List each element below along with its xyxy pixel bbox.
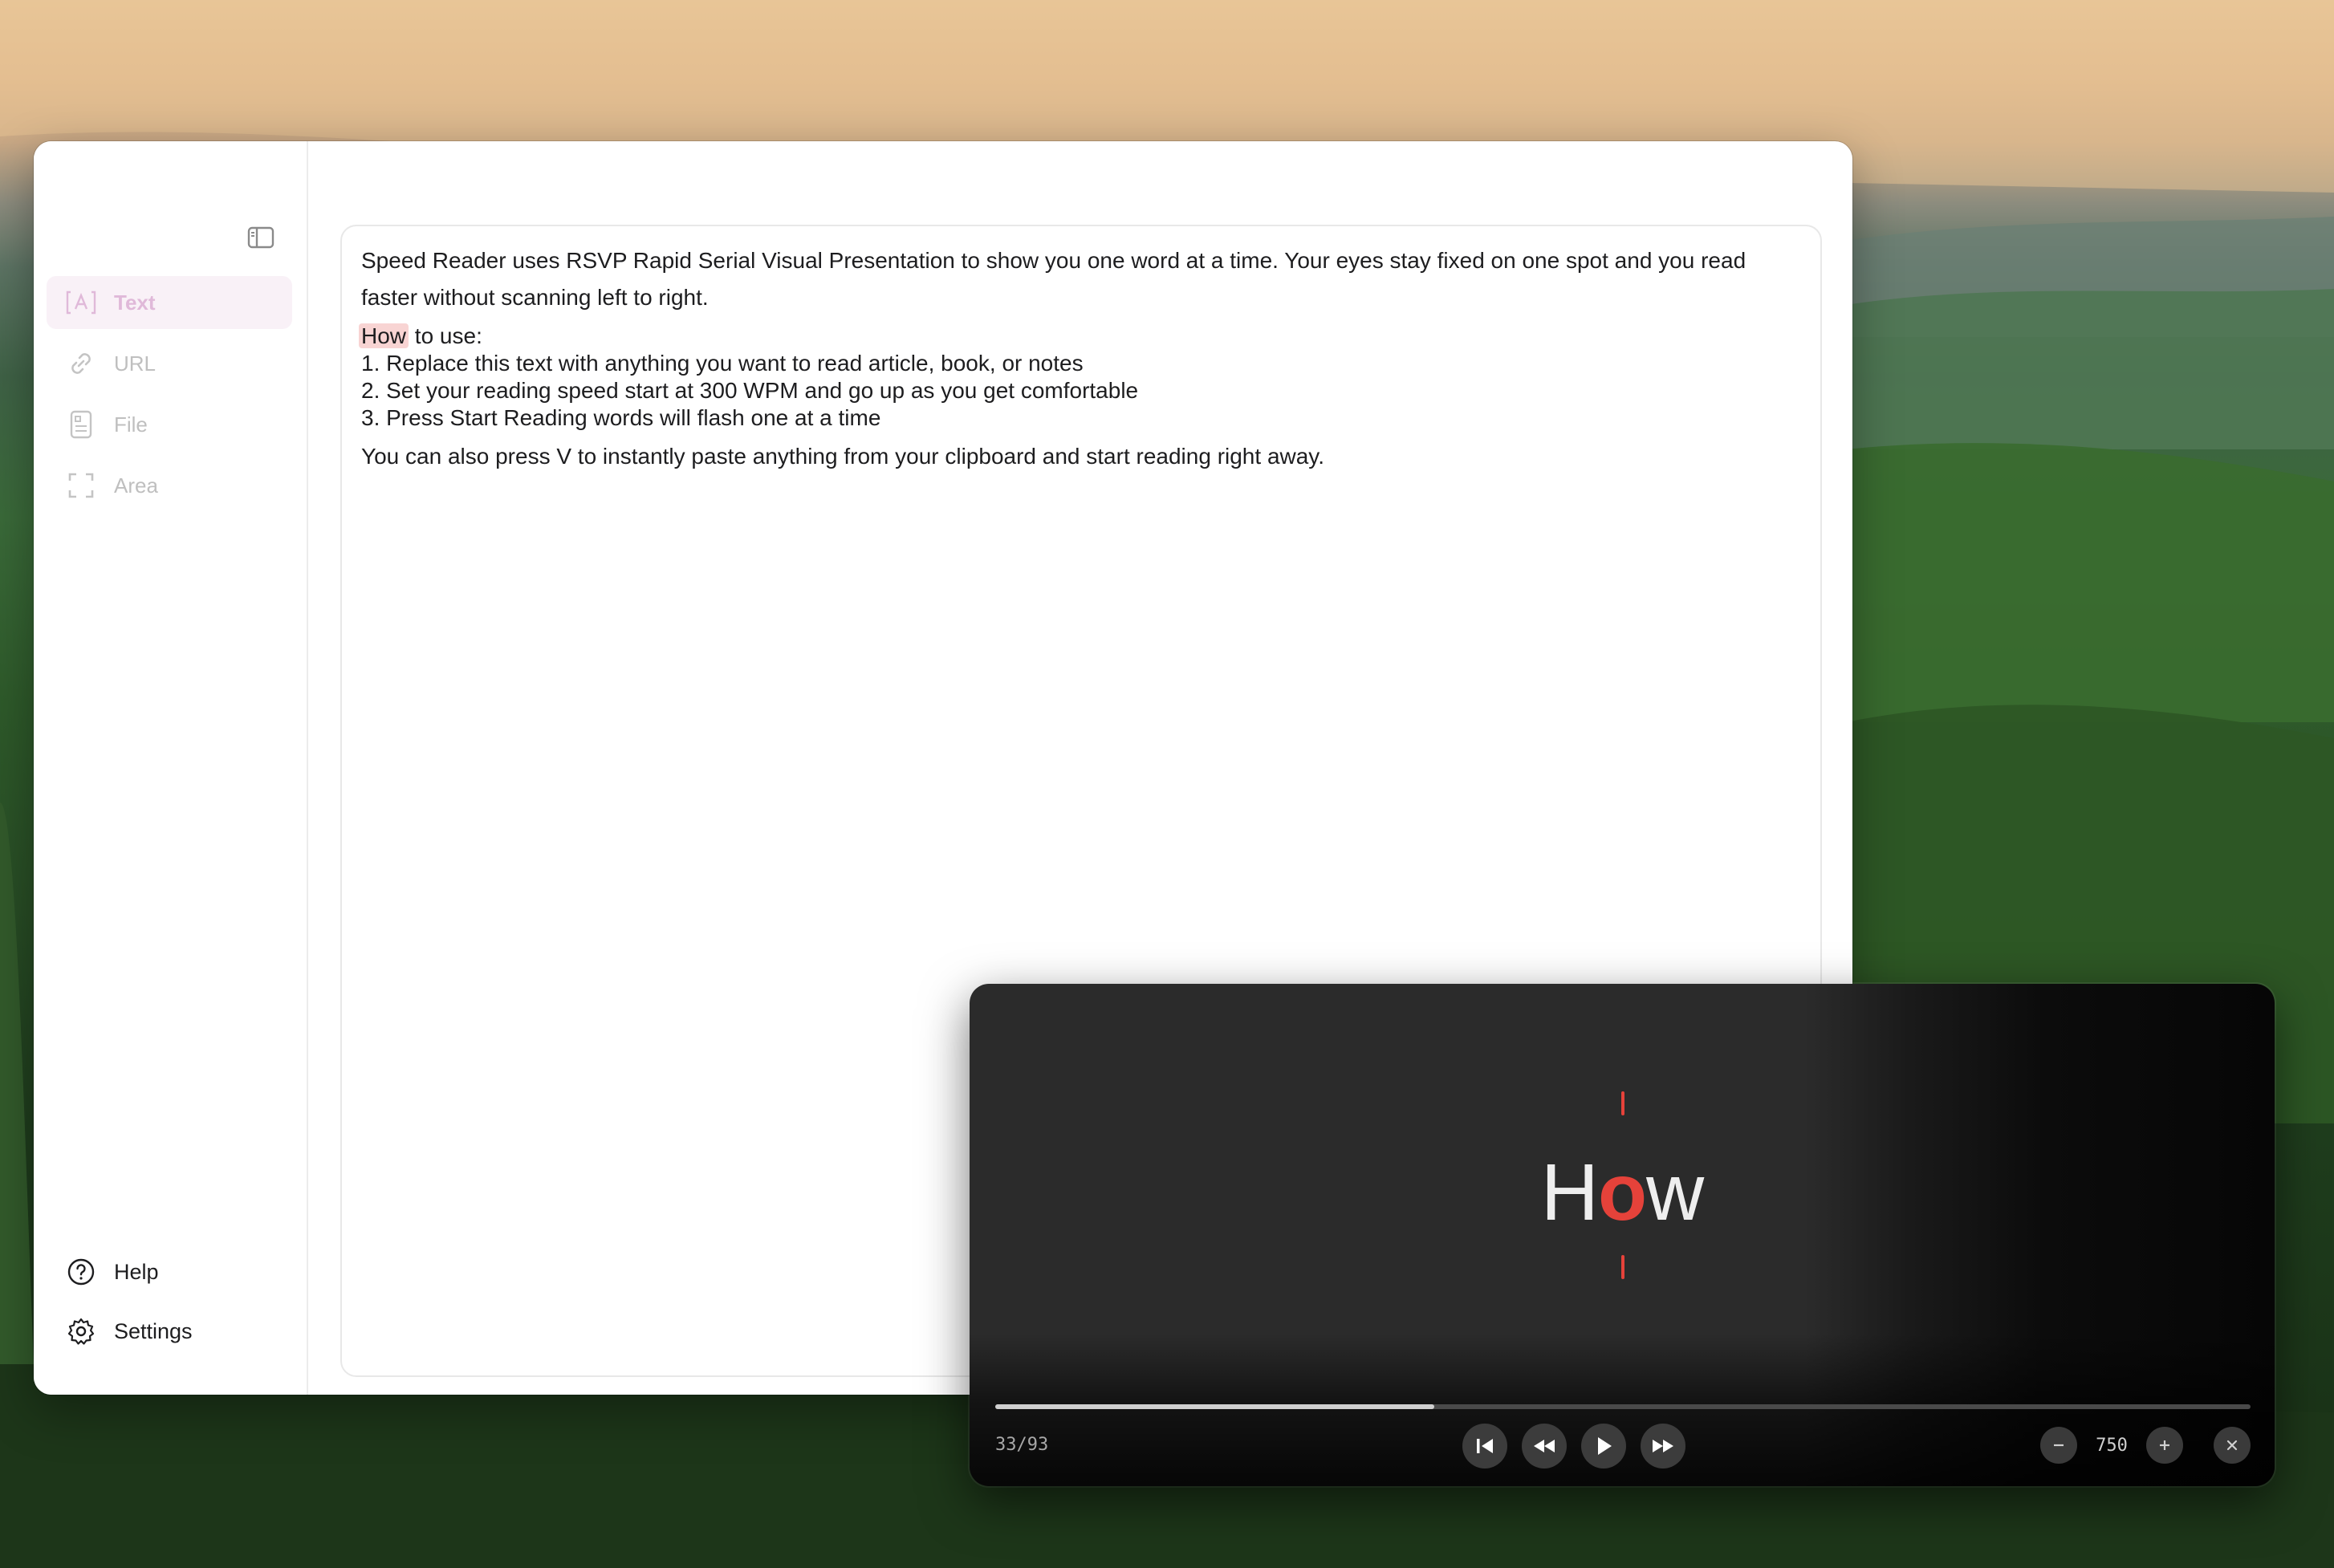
step-3-text: 3. Press Start Reading words will flash … xyxy=(361,405,881,430)
decrease-speed-button[interactable] xyxy=(2040,1427,2077,1464)
word-suffix: w xyxy=(1646,1148,1704,1237)
intro-paragraph: Speed Reader uses RSVP Rapid Serial Visu… xyxy=(361,248,1746,310)
screen-capture-icon xyxy=(66,470,96,501)
focus-marker-bottom xyxy=(1621,1255,1624,1279)
gear-icon xyxy=(66,1316,96,1347)
question-circle-icon xyxy=(66,1257,96,1287)
word-counter: 33/93 xyxy=(995,1435,1049,1455)
rewind-icon xyxy=(1534,1440,1555,1452)
reading-progress-fill xyxy=(995,1404,1435,1409)
sidebar-item-text[interactable]: Text xyxy=(47,276,292,329)
sidebar-item-label: File xyxy=(114,412,148,437)
word-focus-letter: o xyxy=(1597,1148,1647,1237)
sidebar-footer: Help Settings xyxy=(47,1242,292,1361)
clipboard-tip-paragraph: You can also press V to instantly paste … xyxy=(361,444,1325,469)
sidebar-item-label: URL xyxy=(114,351,157,376)
source-nav: Text URL File Area xyxy=(47,276,292,520)
step-1-text: 1. Replace this text with anything you w… xyxy=(361,351,1084,376)
sidebar-toggle-icon xyxy=(247,226,274,249)
how-to-heading: How to use: xyxy=(359,323,1801,350)
focus-marker-top xyxy=(1621,1091,1624,1115)
how-to-heading-rest: to use: xyxy=(409,323,482,348)
fast-forward-button[interactable] xyxy=(1641,1424,1685,1468)
increase-speed-button[interactable] xyxy=(2146,1427,2183,1464)
sidebar-item-label: Area xyxy=(114,473,158,498)
sidebar-item-area[interactable]: Area xyxy=(47,459,292,512)
sidebar-item-url[interactable]: URL xyxy=(47,337,292,390)
play-button[interactable] xyxy=(1581,1424,1626,1468)
settings-label: Settings xyxy=(114,1318,193,1343)
document-icon xyxy=(66,409,96,440)
skip-to-start-button[interactable] xyxy=(1462,1424,1507,1468)
rewind-button[interactable] xyxy=(1522,1424,1567,1468)
playback-controls xyxy=(1462,1424,1685,1468)
word-prefix: H xyxy=(1540,1148,1599,1237)
help-button[interactable]: Help xyxy=(47,1242,292,1302)
help-label: Help xyxy=(114,1259,159,1284)
settings-button[interactable]: Settings xyxy=(47,1302,292,1361)
play-icon xyxy=(1598,1437,1612,1455)
minus-icon xyxy=(2054,1444,2064,1447)
close-icon xyxy=(2226,1440,2238,1451)
current-word-highlight: How xyxy=(359,323,409,348)
speed-controls: 750 xyxy=(2040,1427,2183,1464)
sidebar-toggle-button[interactable] xyxy=(247,226,274,249)
plus-icon xyxy=(2160,1440,2169,1450)
current-word-display: How xyxy=(970,1136,2275,1249)
link-icon xyxy=(66,348,96,379)
fast-forward-icon xyxy=(1653,1440,1673,1452)
sidebar-item-label: Text xyxy=(114,290,156,315)
sidebar: Text URL File Area Help Settings xyxy=(34,141,308,1395)
step-2-text: 2. Set your reading speed start at 300 W… xyxy=(361,378,1139,403)
rsvp-reader-panel: How 33/93 750 xyxy=(970,984,2275,1486)
wpm-value: 750 xyxy=(2096,1435,2128,1456)
sidebar-item-file[interactable]: File xyxy=(47,398,292,451)
close-reader-button[interactable] xyxy=(2214,1427,2251,1464)
reading-progress-bar[interactable] xyxy=(995,1404,2251,1409)
text-input-icon xyxy=(66,287,96,318)
skip-to-start-icon xyxy=(1477,1439,1493,1453)
